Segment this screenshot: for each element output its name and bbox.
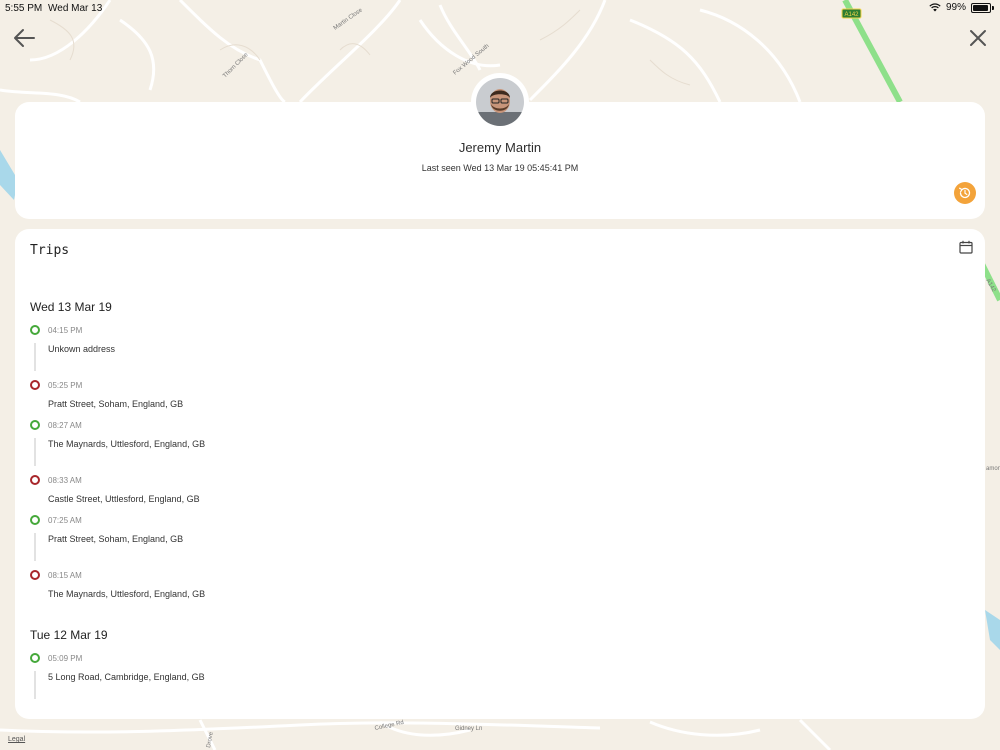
user-name: Jeremy Martin <box>458 140 542 155</box>
trip-start-dot <box>30 420 40 430</box>
arrow-left-icon <box>14 29 35 47</box>
avatar-portrait <box>476 78 524 126</box>
trip-start-dot <box>30 653 40 663</box>
close-button[interactable] <box>962 22 994 54</box>
status-date: Wed Mar 13 <box>48 3 103 14</box>
battery-cap <box>992 5 994 10</box>
trips-title: Trips <box>30 243 70 258</box>
day-heading: Wed 13 Mar 19 <box>30 300 112 314</box>
history-icon <box>959 187 971 199</box>
trip-connector <box>34 343 36 371</box>
trip-end-dot <box>30 570 40 580</box>
battery-icon <box>971 2 991 13</box>
stop-time: 05:09 PM <box>48 654 83 663</box>
avatar <box>471 73 529 131</box>
history-button[interactable] <box>954 182 976 204</box>
stop-address[interactable]: The Maynards, Uttlesford, England, GB <box>48 589 205 599</box>
map-street-label: Gidney Ln <box>455 726 482 732</box>
status-time: 5:55 PM <box>5 3 43 14</box>
stop-time: 05:25 PM <box>48 381 83 390</box>
day-heading: Tue 12 Mar 19 <box>30 628 108 642</box>
stop-time: 08:27 AM <box>48 421 82 430</box>
trip-connector <box>34 438 36 466</box>
trip-connector <box>34 671 36 699</box>
trip-connector <box>34 533 36 561</box>
calendar-button[interactable] <box>959 240 973 254</box>
status-indicators: 99% <box>929 2 994 13</box>
stop-time: 08:15 AM <box>48 571 82 580</box>
stop-address[interactable]: The Maynards, Uttlesford, England, GB <box>48 439 205 449</box>
map-street-label: amon <box>986 466 1000 472</box>
calendar-icon <box>959 240 973 254</box>
stop-time: 07:25 AM <box>48 516 82 525</box>
stop-time: 08:33 AM <box>48 476 82 485</box>
wifi-icon <box>929 3 941 12</box>
trips-card: Trips Wed 13 Mar 19 04:15 PM Unkown addr… <box>15 229 985 719</box>
status-bar: 5:55 PM Wed Mar 13 99% <box>0 0 1000 16</box>
trip-end-dot <box>30 380 40 390</box>
stop-address[interactable]: 5 Long Road, Cambridge, England, GB <box>48 672 205 682</box>
battery-percent: 99% <box>945 2 966 13</box>
last-seen-text: Last seen Wed 13 Mar 19 05:45:41 PM <box>421 163 579 173</box>
stop-address[interactable]: Pratt Street, Soham, England, GB <box>48 399 183 409</box>
stop-address[interactable]: Castle Street, Uttlesford, England, GB <box>48 494 200 504</box>
stop-address[interactable]: Unkown address <box>48 344 115 354</box>
close-icon <box>970 30 986 46</box>
stop-time: 04:15 PM <box>48 326 83 335</box>
back-button[interactable] <box>10 22 42 54</box>
legal-link[interactable]: Legal <box>8 736 25 743</box>
trip-start-dot <box>30 325 40 335</box>
trip-start-dot <box>30 515 40 525</box>
trip-end-dot <box>30 475 40 485</box>
stop-address[interactable]: Pratt Street, Soham, England, GB <box>48 534 183 544</box>
